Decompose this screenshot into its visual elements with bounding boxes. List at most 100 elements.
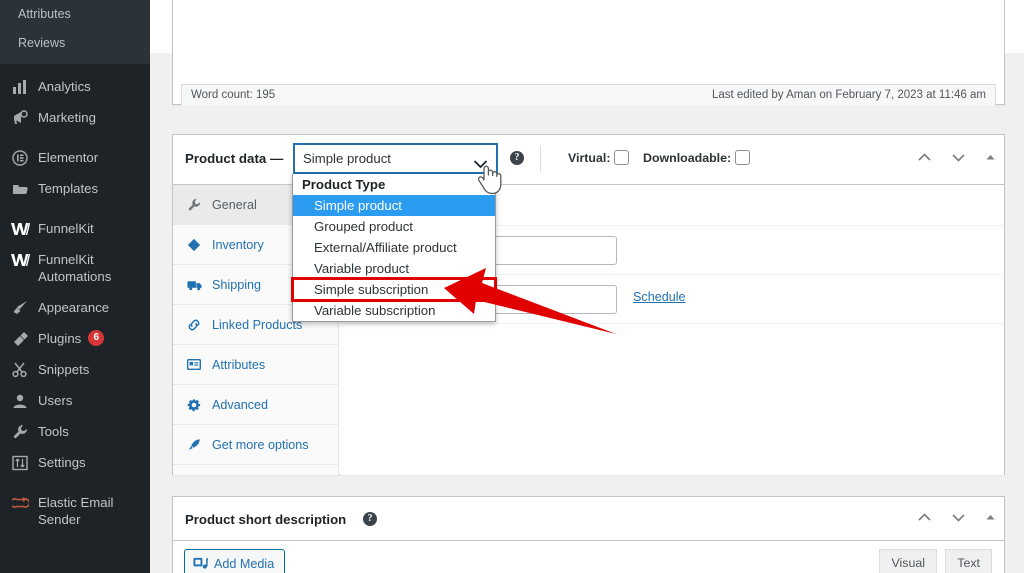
sidebar-item-label: Tools bbox=[38, 424, 69, 439]
short-description-title: Product short description bbox=[185, 512, 347, 527]
admin-sidebar: Attributes Reviews Analytics Marketing E… bbox=[0, 0, 150, 573]
downloadable-checkbox[interactable] bbox=[735, 150, 751, 165]
sidebar-menu-list: Analytics Marketing Elementor Templates … bbox=[0, 64, 150, 535]
question-mark-icon[interactable]: ? bbox=[363, 512, 377, 526]
header-divider bbox=[540, 146, 541, 172]
tab-label: Shipping bbox=[212, 277, 262, 292]
triangle-up-icon[interactable] bbox=[985, 510, 996, 526]
sidebar-item-elastic-email-sender[interactable]: Elastic Email Sender bbox=[0, 487, 150, 535]
sidebar-item-funnelkit[interactable]: FunnelKit bbox=[0, 213, 150, 244]
tab-visual-editor[interactable]: Visual bbox=[879, 549, 937, 573]
sidebar-item-label: FunnelKit bbox=[38, 221, 94, 236]
virtual-checkbox-group: Virtual: bbox=[568, 150, 630, 165]
sidebar-item-label: Appearance bbox=[38, 300, 110, 315]
sidebar-item-label: Elastic Email Sender bbox=[38, 495, 114, 527]
sidebar-subitem-reviews[interactable]: Reviews bbox=[0, 29, 150, 58]
sliders-icon bbox=[9, 454, 31, 471]
sidebar-item-elementor[interactable]: Elementor bbox=[0, 142, 150, 173]
sidebar-item-analytics[interactable]: Analytics bbox=[0, 71, 150, 102]
short-description-header: Product short description ? bbox=[173, 497, 1004, 541]
rocket-icon bbox=[187, 438, 206, 452]
gear-icon bbox=[187, 398, 206, 412]
sidebar-item-plugins[interactable]: Plugins 6 bbox=[0, 323, 150, 354]
sidebar-item-settings[interactable]: Settings bbox=[0, 447, 150, 478]
sidebar-item-appearance[interactable]: Appearance bbox=[0, 292, 150, 323]
sidebar-item-label: Snippets bbox=[38, 362, 90, 377]
virtual-label: Virtual: bbox=[568, 151, 611, 165]
wrench-icon bbox=[187, 198, 206, 212]
schedule-link[interactable]: Schedule bbox=[633, 290, 686, 304]
sidebar-separator bbox=[0, 478, 150, 487]
elementor-icon bbox=[9, 149, 31, 166]
megaphone-icon bbox=[9, 109, 31, 126]
dropdown-group-label: Product Type bbox=[302, 177, 386, 192]
caret-down-icon[interactable] bbox=[951, 150, 966, 166]
link-icon bbox=[187, 318, 206, 332]
bar-chart-icon bbox=[9, 78, 31, 95]
wordpress-admin-screen: Attributes Reviews Analytics Marketing E… bbox=[0, 0, 1024, 573]
sidebar-item-snippets[interactable]: Snippets bbox=[0, 354, 150, 385]
tab-text-editor[interactable]: Text bbox=[945, 549, 992, 573]
dropdown-option-external-affiliate-product[interactable]: External/Affiliate product bbox=[293, 237, 495, 258]
tab-label: Advanced bbox=[212, 397, 269, 412]
editor-status-bar: Word count: 195 Last edited by Aman on F… bbox=[181, 84, 996, 106]
funnelkit-icon bbox=[9, 251, 31, 268]
form-row-divider bbox=[340, 323, 1004, 324]
product-data-title: Product data — bbox=[185, 151, 284, 166]
sidebar-subitem-attributes[interactable]: Attributes bbox=[0, 0, 150, 29]
sidebar-item-label: Users bbox=[38, 393, 73, 408]
sidebar-separator bbox=[0, 204, 150, 213]
short-description-panel-controls bbox=[902, 510, 996, 526]
tag-icon bbox=[187, 238, 206, 252]
sidebar-item-marketing[interactable]: Marketing bbox=[0, 102, 150, 133]
caret-down-icon[interactable] bbox=[951, 510, 966, 526]
virtual-checkbox[interactable] bbox=[614, 150, 630, 165]
dropdown-option-simple-subscription[interactable]: Simple subscription bbox=[291, 277, 497, 302]
short-description-toolbar: Add Media Visual Text bbox=[173, 541, 1004, 573]
word-count-label: Word count: 195 bbox=[191, 89, 276, 101]
product-type-select[interactable]: Simple product bbox=[293, 143, 498, 174]
sidebar-item-funnelkit-automations[interactable]: FunnelKit Automations bbox=[0, 244, 150, 292]
tab-advanced[interactable]: Advanced bbox=[173, 385, 338, 425]
question-mark-icon[interactable]: ? bbox=[510, 151, 524, 165]
product-data-panel-controls bbox=[902, 150, 996, 166]
sidebar-item-templates[interactable]: Templates bbox=[0, 173, 150, 204]
plugins-update-badge: 6 bbox=[88, 330, 105, 346]
sidebar-item-tools[interactable]: Tools bbox=[0, 416, 150, 447]
folder-icon bbox=[9, 180, 31, 197]
add-media-button[interactable]: Add Media bbox=[184, 549, 286, 573]
loop-arrow-icon bbox=[9, 494, 31, 511]
truck-icon bbox=[187, 279, 206, 291]
product-type-select-wrapper: Simple product bbox=[293, 143, 498, 174]
wrench-icon bbox=[9, 423, 31, 440]
triangle-up-icon[interactable] bbox=[985, 150, 996, 166]
tab-get-more-options[interactable]: Get more options bbox=[173, 425, 338, 465]
product-short-description-panel: Product short description ? Add Media Vi… bbox=[172, 496, 1005, 573]
add-media-label: Add Media bbox=[214, 556, 275, 571]
downloadable-checkbox-group: Downloadable: bbox=[643, 150, 751, 165]
funnelkit-icon bbox=[9, 220, 31, 237]
sidebar-item-label: Elementor bbox=[38, 150, 99, 165]
paintbrush-icon bbox=[9, 299, 31, 316]
dropdown-option-variable-product[interactable]: Variable product bbox=[293, 258, 495, 279]
tab-label: General bbox=[212, 197, 257, 212]
sidebar-item-label: Settings bbox=[38, 455, 86, 470]
dropdown-option-simple-product[interactable]: Simple product bbox=[293, 195, 495, 216]
sidebar-item-label: FunnelKit Automations bbox=[38, 252, 112, 284]
add-media-icon bbox=[193, 556, 208, 571]
caret-up-icon[interactable] bbox=[917, 510, 932, 526]
product-type-dropdown-list: Product Type Simple product Grouped prod… bbox=[291, 174, 497, 322]
sidebar-item-label: Analytics bbox=[38, 79, 91, 94]
sidebar-item-users[interactable]: Users bbox=[0, 385, 150, 416]
last-edited-label: Last edited by Aman on February 7, 2023 … bbox=[711, 89, 986, 101]
caret-up-icon[interactable] bbox=[917, 150, 932, 166]
admin-content-area: Edit Product Word count: 195 Last edited… bbox=[150, 0, 1024, 573]
product-editor-panel: Word count: 195 Last edited by Aman on F… bbox=[172, 0, 1005, 106]
tab-attributes[interactable]: Attributes bbox=[173, 345, 338, 385]
dropdown-option-grouped-product[interactable]: Grouped product bbox=[293, 216, 495, 237]
downloadable-label: Downloadable: bbox=[643, 151, 732, 165]
tab-label: Get more options bbox=[212, 437, 309, 452]
card-icon bbox=[187, 358, 206, 371]
tab-label: Linked Products bbox=[212, 317, 303, 332]
dropdown-option-variable-subscription[interactable]: Variable subscription bbox=[293, 300, 495, 321]
